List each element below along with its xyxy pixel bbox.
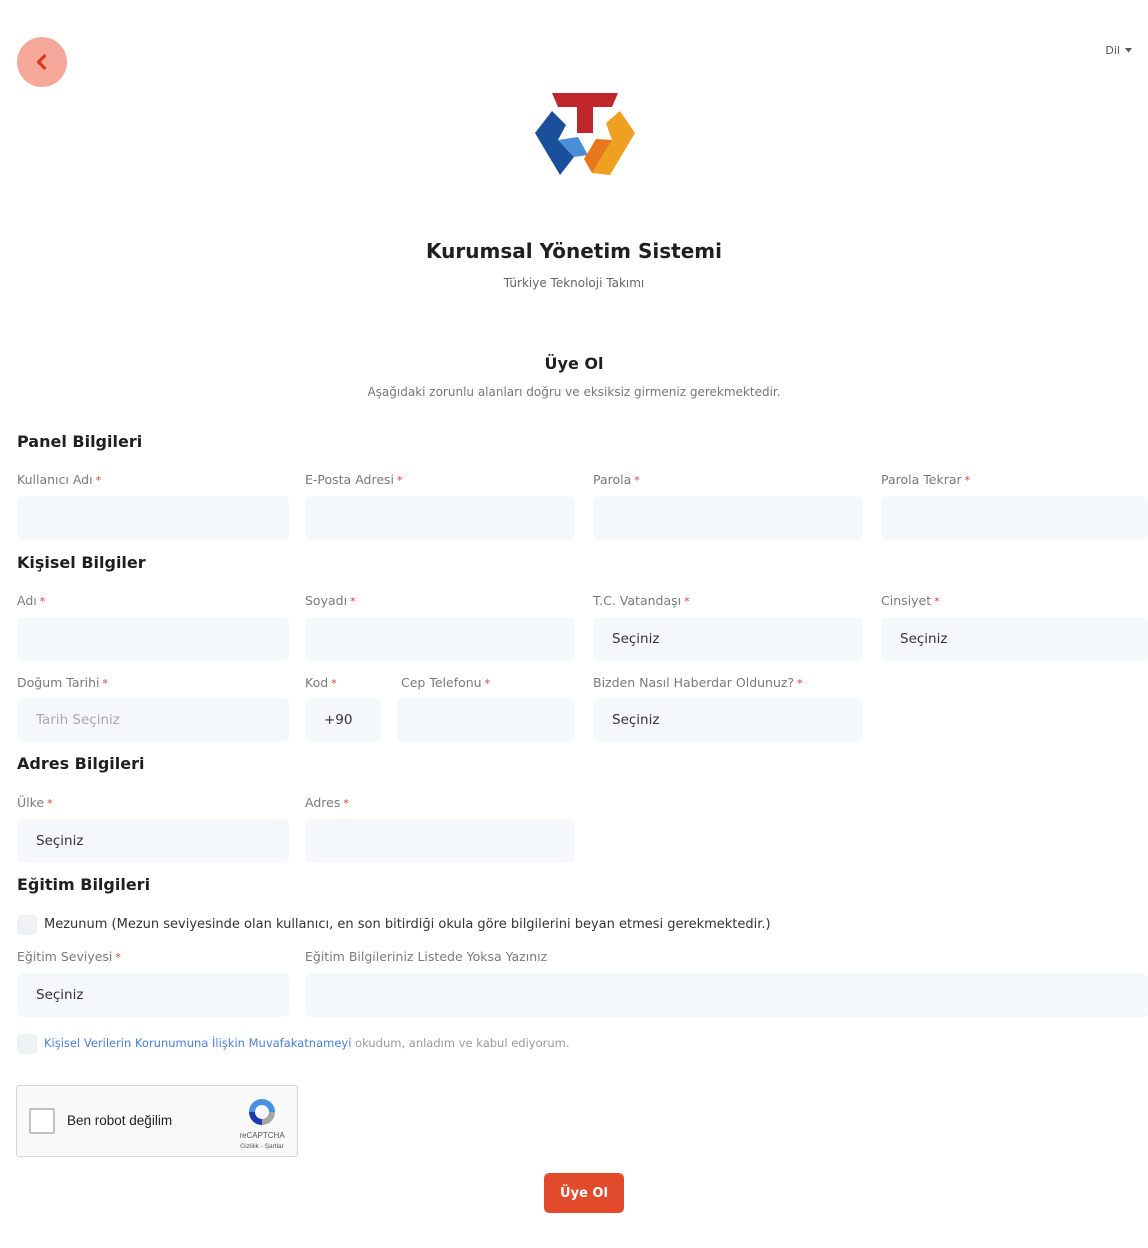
section-title-panel: Panel Bilgileri <box>17 432 143 451</box>
citizen-label: T.C. Vatandaşı * <box>593 593 690 608</box>
password-repeat-label: Parola Tekrar * <box>881 472 971 487</box>
education-other-input[interactable] <box>305 973 1148 1017</box>
gender-select-value: Seçiniz <box>900 631 948 647</box>
surname-label: Soyadı * <box>305 593 356 608</box>
email-label: E-Posta Adresi * <box>305 472 403 487</box>
consent-rest-text: okudum, anladım ve kabul ediyorum. <box>351 1036 570 1050</box>
education-level-label: Eğitim Seviyesi * <box>17 949 121 964</box>
password-label: Parola * <box>593 472 640 487</box>
recaptcha-links[interactable]: Gizlilik - Şartlar <box>233 1143 291 1150</box>
source-select-value: Seçiniz <box>612 712 660 728</box>
recaptcha-logo-icon <box>249 1099 275 1125</box>
app-subtitle: Türkiye Teknoloji Takımı <box>503 276 645 290</box>
phone-input[interactable] <box>397 698 575 742</box>
form-description: Aşağıdaki zorunlu alanları doğru ve eksi… <box>367 385 781 399</box>
graduate-text: Mezunum (Mezun seviyesinde olan kullanıc… <box>44 917 771 932</box>
country-select-value: Seçiniz <box>36 833 84 849</box>
surname-input[interactable] <box>305 617 575 661</box>
email-input[interactable] <box>305 496 575 540</box>
birthdate-placeholder: Tarih Seçiniz <box>36 712 120 728</box>
phone-label: Cep Telefonu * <box>401 675 491 690</box>
source-label: Bizden Nasıl Haberdar Oldunuz? * <box>593 675 803 690</box>
education-other-label: Eğitim Bilgileriniz Listede Yoksa Yazını… <box>305 949 548 964</box>
birthdate-label: Doğum Tarihi * <box>17 675 109 690</box>
username-label: Kullanıcı Adı * <box>17 472 102 487</box>
section-title-personal: Kişisel Bilgiler <box>17 553 146 572</box>
recaptcha-checkbox[interactable] <box>29 1108 55 1134</box>
back-button[interactable] <box>17 37 67 87</box>
password-repeat-input[interactable] <box>881 496 1148 540</box>
consent-link[interactable]: Kişisel Verilerin Korunumuna İlişkin Muv… <box>44 1036 351 1050</box>
section-title-address: Adres Bilgileri <box>17 754 145 773</box>
chevron-left-icon <box>36 54 47 70</box>
citizen-select-value: Seçiniz <box>612 631 660 647</box>
country-code-input[interactable]: +90 <box>305 698 381 742</box>
app-logo <box>535 93 635 175</box>
name-input[interactable] <box>17 617 289 661</box>
username-input[interactable] <box>17 496 289 540</box>
country-select[interactable]: Seçiniz <box>17 819 289 863</box>
gender-label: Cinsiyet * <box>881 593 940 608</box>
recaptcha-brand: reCAPTCHA <box>239 1131 285 1140</box>
password-input[interactable] <box>593 496 863 540</box>
consent-checkbox[interactable] <box>17 1034 37 1054</box>
code-label: Kod * <box>305 675 337 690</box>
consent-text: Kişisel Verilerin Korunumuna İlişkin Muv… <box>44 1036 569 1050</box>
education-level-value: Seçiniz <box>36 987 84 1003</box>
signup-button[interactable]: Üye Ol <box>544 1173 624 1213</box>
gender-select[interactable]: Seçiniz <box>881 617 1148 661</box>
education-level-select[interactable]: Seçiniz <box>17 973 289 1017</box>
country-label: Ülke * <box>17 795 53 810</box>
address-input[interactable] <box>305 819 575 863</box>
language-dropdown[interactable]: Dil <box>1105 44 1132 57</box>
form-title: Üye Ol <box>544 354 604 373</box>
recaptcha-label: Ben robot değilim <box>67 1113 173 1128</box>
language-label: Dil <box>1105 44 1120 57</box>
source-select[interactable]: Seçiniz <box>593 698 863 742</box>
section-title-education: Eğitim Bilgileri <box>17 875 151 894</box>
address-label: Adres * <box>305 795 349 810</box>
citizen-select[interactable]: Seçiniz <box>593 617 863 661</box>
app-title: Kurumsal Yönetim Sistemi <box>426 239 722 263</box>
recaptcha-widget: Ben robot değilim reCAPTCHA Gizlilik - Ş… <box>16 1085 298 1157</box>
name-label: Adı * <box>17 593 46 608</box>
graduate-checkbox[interactable] <box>17 915 37 935</box>
country-code-value: +90 <box>324 712 353 728</box>
birthdate-input[interactable]: Tarih Seçiniz <box>17 698 289 742</box>
caret-down-icon <box>1125 48 1132 53</box>
